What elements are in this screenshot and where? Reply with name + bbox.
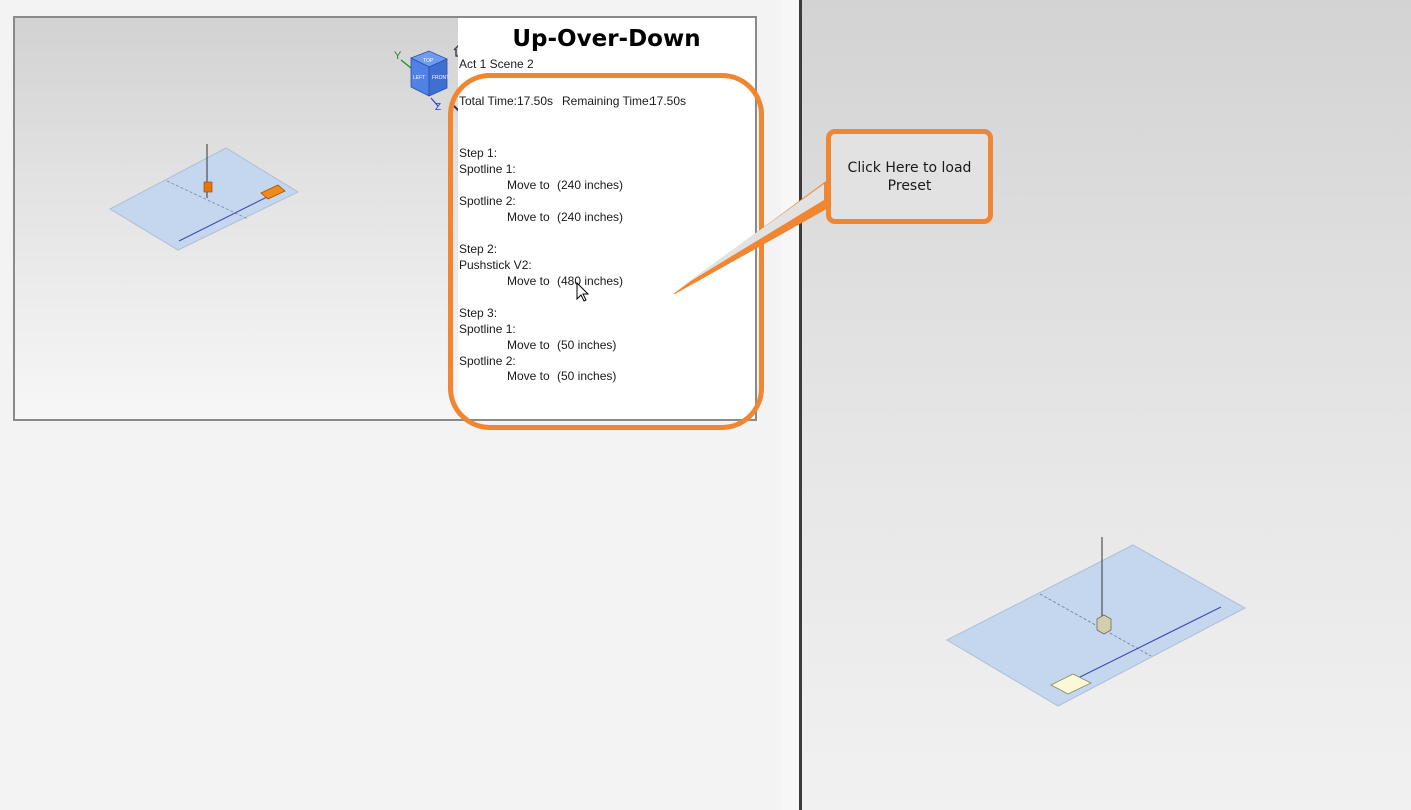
pane-gutter [781,0,799,810]
stage-floor [108,147,300,251]
axis-z-label: Z [435,102,441,112]
svg-text:FRONT: FRONT [432,75,449,81]
callout-load-preset: Click Here to load Preset [826,129,993,224]
view-cube[interactable]: Y TOP LEFT FRONT Z [391,46,453,112]
main-stage-view [945,537,1247,707]
step-value: (480 inches) [557,274,624,288]
main-3d-viewport[interactable] [802,0,1411,810]
preset-subtitle: Act 1 Scene 2 [459,57,534,71]
step-device: Spotline 1: [459,162,516,176]
step-command: Move to [507,274,550,288]
step-value: (50 inches) [557,369,617,383]
step-command: Move to [507,210,550,224]
step-label: Step 3: [459,306,498,320]
presets-pane: Y TOP LEFT FRONT Z Up-Over-Down Act 1 Sc… [0,0,781,810]
svg-text:TOP: TOP [423,58,434,64]
preset-card-up-over-down[interactable]: Y TOP LEFT FRONT Z Up-Over-Down Act 1 Sc… [13,16,757,421]
main-stage-floor [945,544,1247,707]
step-command: Move to [507,369,550,383]
step-device: Pushstick V2: [459,258,532,272]
spotline-weight [203,181,213,193]
preset-title: Up-Over-Down [512,26,701,52]
callout-text: Click Here to load Preset [847,159,972,194]
step-value: (240 inches) [557,178,624,192]
step-label: Step 1: [459,146,498,160]
total-time-value: 17.50s [517,94,554,108]
step-device: Spotline 2: [459,354,516,368]
preset-3d-viewport[interactable]: Y TOP LEFT FRONT Z [15,18,467,419]
step-value: (50 inches) [557,338,617,352]
step-device: Spotline 2: [459,194,516,208]
step-value: (240 inches) [557,210,624,224]
axis-y-label: Y [394,50,402,62]
step-command: Move to [507,338,550,352]
remaining-time-value: 17.50s [650,94,687,108]
main-spotline-weight [1096,614,1112,635]
svg-text:LEFT: LEFT [413,75,425,81]
remaining-time-label: Remaining Time: [562,94,653,108]
total-time-label: Total Time: [459,94,518,108]
step-device: Spotline 1: [459,322,516,336]
step-command: Move to [507,178,550,192]
step-label: Step 2: [459,242,498,256]
preset-info-panel: Up-Over-Down Act 1 Scene 2 Total Time: 1… [458,18,755,419]
